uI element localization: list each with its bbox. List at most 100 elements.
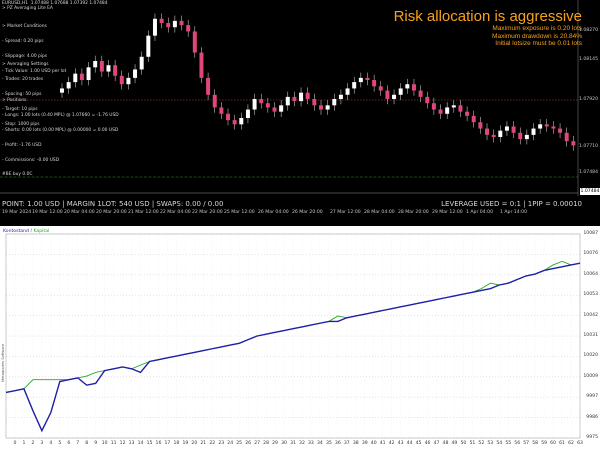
candle-body [126,77,131,85]
time-axis-label: 19 Mar 2024 [2,210,32,215]
candle-body [325,105,330,110]
equity-x-label: 44 [406,441,413,446]
equity-x-label: 62 [568,441,574,446]
time-axis-label: 26 Mar 20:00 [292,210,323,215]
candle-body [571,141,576,146]
equity-y-label: 10020 [583,353,598,359]
status-bar: POINT: 1.00 USD | MARGIN 1LOT: 540 USD |… [0,198,600,210]
candle-body [285,96,290,106]
time-axis-label: 26 Mar 04:00 [258,210,289,215]
candle-body [465,111,470,116]
equity-x-label: 56 [514,441,521,446]
candle-body [172,20,177,28]
equity-x-label: 20 [191,441,198,446]
equity-x-label: 27 [254,441,261,446]
positions-line: - Longs: 1.00 lots (0.40 MPL) @ 1.07660 … [2,113,119,118]
equity-x-label: 40 [370,441,377,446]
candle-body [292,96,297,102]
equity-chart-pane[interactable]: Kontostand / Kapital 10087 10076 10064 1005… [0,226,600,450]
legend-equity: Kapital [33,229,50,234]
candle-body [259,99,264,104]
equity-x-label: 29 [272,441,278,446]
equity-x-label: 12 [119,441,126,446]
equity-x-label: 39 [361,441,368,446]
equity-x-label: 58 [532,441,539,446]
candle-body [531,128,536,135]
equity-x-label: 30 [281,441,287,446]
equity-x-label: 28 [263,441,270,446]
equity-x-label: 59 [541,441,548,446]
positions-block: > Positions - Longs: 1.00 lots (0.40 MPL… [2,88,119,173]
candle-body [558,128,563,133]
candle-body [451,105,456,108]
risk-line: Maximum exposure is 0.20 lots [492,25,582,32]
equity-x-label: 9 [94,441,98,446]
equity-x-label: 55 [505,441,512,446]
risk-line: Maximum drawdown is 20.84% [492,32,582,40]
candle-body [166,23,171,28]
candle-body [418,90,423,97]
time-axis-label: 25 Mar 12:00 [224,210,255,215]
candle-body [471,115,476,123]
equity-x-label: 5 [58,441,62,446]
equity-x-label: 34 [316,441,323,446]
time-axis: 19 Mar 2024 19 Mar 12:00 20 Mar 04:00 20… [0,210,600,220]
candle-body [232,120,237,125]
equity-x-label: 4 [49,441,53,446]
equity-y-label: 10076 [583,251,598,257]
candle-body [319,105,323,110]
candle-body [405,84,410,89]
candle-body [305,92,310,99]
candle-body [239,118,244,125]
candle-body [199,52,204,78]
candle-body [119,75,124,85]
candle-body [219,107,224,114]
equity-x-label: 10 [101,441,108,446]
equity-x-label: 38 [352,441,359,446]
candle-body [458,105,463,112]
candle-body [73,73,78,83]
candle-body [312,99,317,106]
breakeven-label: #BE buy 0.0C [2,172,33,177]
candle-body [206,77,211,95]
candle-body [179,20,184,26]
equity-x-label: 15 [146,441,153,446]
candle-body [524,134,529,140]
equity-x-label: 36 [334,441,341,446]
equity-legend: Kontostand / Kapital [3,229,49,234]
time-axis-label: 20 Mar 20:00 [96,210,127,215]
market-conditions-line: > Market Conditions [2,24,47,29]
candle-body [538,124,543,129]
positions-line: - Shorts: 0.00 lots (0.00 MPL) @ 0.00000… [2,128,119,133]
equity-x-label: 53 [487,441,494,446]
equity-x-label: 21 [200,441,207,446]
time-axis-label: 28 Mar 20:00 [398,210,429,215]
risk-line: Initial lotsize must be 0.01 lots [495,40,582,48]
candle-body [372,80,377,87]
candle-body [226,113,231,121]
candle-body [551,126,556,129]
candle-body [146,35,151,57]
equity-y-label: 9975 [586,435,598,440]
candle-body [279,105,284,112]
equity-x-label: 7 [76,441,80,446]
candle-body [485,128,490,135]
candle-body [265,103,270,108]
price-chart-pane[interactable]: EURUSD,H1 1.07488 1.07688 1.07392 1.0748… [0,0,600,226]
equity-chart-canvas[interactable] [0,226,600,450]
equity-y-label: 10087 [583,231,598,236]
candle-body [425,96,430,104]
price-axis-label: 1.08270 [579,28,598,33]
candle-body [491,134,496,137]
time-axis-label: 29 Mar 12:00 [432,210,463,215]
equity-x-label: 49 [451,441,458,446]
candle-body [438,109,443,114]
equity-x-label: 54 [496,441,503,446]
equity-x-label: 47 [433,441,440,446]
equity-x-label: 23 [218,441,225,446]
equity-x-label: 46 [424,441,431,446]
equity-x-label: 57 [523,441,530,446]
equity-x-label: 24 [227,441,234,446]
equity-x-label: 2 [31,441,35,446]
averaging-settings-line: - Trades: 20 trades [2,77,44,82]
